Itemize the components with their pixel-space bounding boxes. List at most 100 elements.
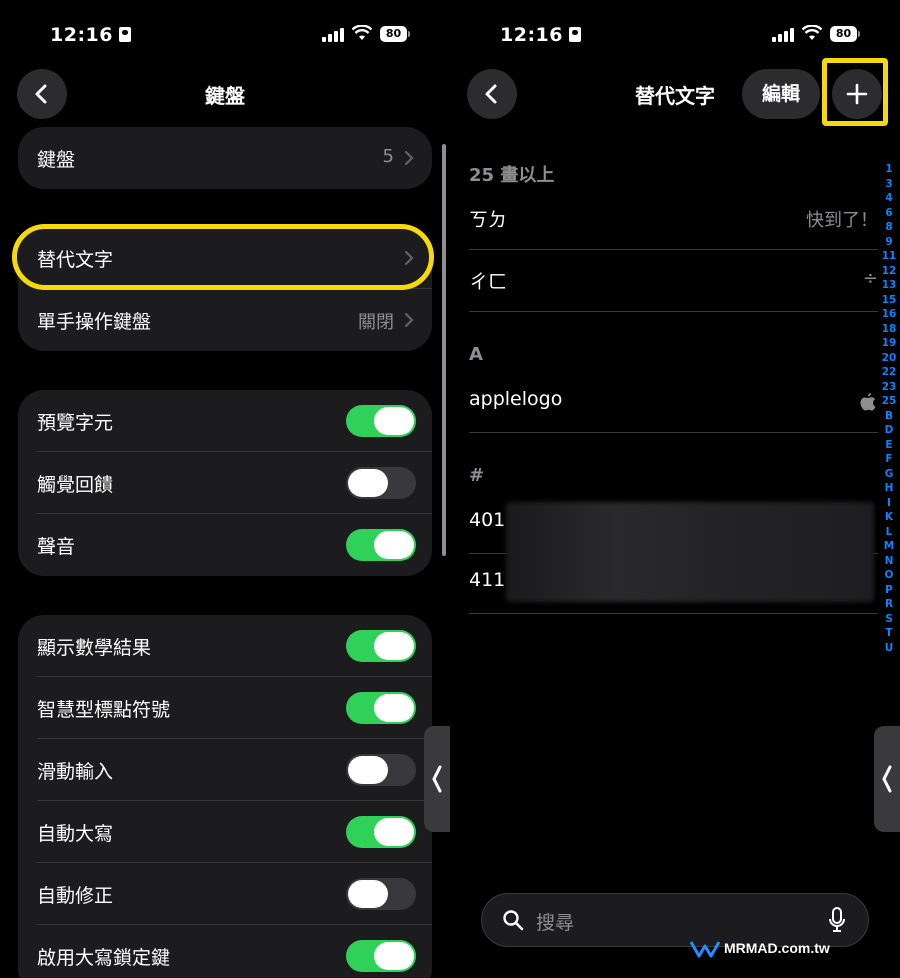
row-show-math-results: 顯示數學結果: [18, 615, 432, 677]
toggle-character-preview[interactable]: [346, 405, 416, 437]
back-button[interactable]: [467, 69, 517, 119]
index-letter[interactable]: 4: [878, 191, 900, 206]
text-replacement-screen: 12:16 80 替代文字 編輯 25 畫以上 ㄎㄉ 快到了！ ㄔㄈ ÷ A a…: [450, 0, 900, 978]
index-letter[interactable]: 12: [878, 264, 900, 279]
row-label: 自動修正: [37, 885, 114, 907]
index-letter[interactable]: M: [878, 539, 900, 554]
section-header: A: [469, 344, 483, 365]
index-letter[interactable]: R: [878, 597, 900, 612]
phrase-text: ㄔㄈ: [469, 271, 508, 293]
battery-indicator: 80: [830, 26, 860, 42]
page-title: 鍵盤: [205, 84, 245, 108]
side-panel-handle[interactable]: [874, 726, 900, 832]
highlight-frame: [822, 58, 888, 126]
index-letter[interactable]: 13: [878, 278, 900, 293]
index-letter[interactable]: I: [878, 496, 900, 511]
index-letter[interactable]: P: [878, 583, 900, 598]
index-letter[interactable]: G: [878, 467, 900, 482]
row-label: 滑動輸入: [37, 761, 114, 783]
toggle-math-results[interactable]: [346, 630, 416, 662]
toggle-auto-correction[interactable]: [346, 878, 416, 910]
row-caps-lock: 啟用大寫鎖定鍵: [18, 925, 432, 978]
search-field[interactable]: 搜尋: [481, 893, 869, 947]
list-item[interactable]: ㄔㄈ ÷: [469, 250, 878, 312]
row-label: 觸覺回饋: [37, 474, 114, 496]
index-letter[interactable]: H: [878, 481, 900, 496]
side-panel-handle[interactable]: [424, 726, 450, 832]
row-label: 單手操作鍵盤: [37, 311, 152, 333]
index-letter[interactable]: 22: [878, 365, 900, 380]
row-label: 啟用大寫鎖定鍵: [37, 947, 171, 969]
index-letter[interactable]: E: [878, 438, 900, 453]
shortcut-text: 快到了！: [806, 210, 878, 231]
edit-button[interactable]: 編輯: [742, 69, 820, 119]
scroll-indicator: [442, 144, 446, 556]
index-letter[interactable]: S: [878, 612, 900, 627]
status-bar: 12:16 80: [0, 22, 450, 52]
apple-logo-icon: [860, 393, 876, 411]
toggle-sound[interactable]: [346, 529, 416, 561]
row-keyboards[interactable]: 鍵盤 5: [18, 127, 432, 189]
chevron-left-icon: [485, 84, 497, 104]
row-one-handed-keyboard[interactable]: 單手操作鍵盤 關閉: [18, 289, 432, 351]
index-letter[interactable]: 19: [878, 336, 900, 351]
index-letter[interactable]: 3: [878, 177, 900, 192]
index-letter[interactable]: L: [878, 525, 900, 540]
index-letter[interactable]: 23: [878, 380, 900, 395]
id-card-icon: [568, 27, 581, 42]
chevron-left-icon: [35, 84, 47, 104]
shortcut-text: ÷: [862, 268, 878, 289]
index-letter[interactable]: 9: [878, 235, 900, 250]
separator: [469, 311, 878, 312]
index-letter[interactable]: T: [878, 626, 900, 641]
toggle-slide-to-type[interactable]: [346, 754, 416, 786]
chevron-left-icon: [882, 765, 892, 793]
separator: [469, 432, 878, 433]
row-value: 關閉: [358, 312, 394, 333]
watermark-text: MRMAD.com.tw: [724, 940, 830, 956]
index-letter[interactable]: 11: [878, 249, 900, 264]
index-letter[interactable]: D: [878, 423, 900, 438]
list-item[interactable]: ㄎㄉ 快到了！: [469, 188, 878, 250]
phrase-text: ㄎㄉ: [469, 209, 508, 231]
toggle-caps-lock[interactable]: [346, 940, 416, 972]
chevron-left-icon: [432, 765, 442, 793]
row-auto-correction: 自動修正: [18, 863, 432, 925]
row-label: 智慧型標點符號: [37, 699, 171, 721]
highlight-frame: [12, 224, 434, 290]
index-letter[interactable]: B: [878, 409, 900, 424]
index-letter[interactable]: 8: [878, 220, 900, 235]
index-letter[interactable]: U: [878, 641, 900, 656]
cellular-signal-icon: [772, 28, 794, 42]
mrmad-logo-icon: [690, 941, 720, 958]
section-index[interactable]: 1 3 4 6 8 9 11 12 13 15 16 18 19 20 22 23 25 B D E F G H I K L M N O…: [878, 162, 900, 655]
watermark: MRMAD.com.tw: [690, 940, 890, 960]
redacted-content: [506, 502, 874, 602]
status-time: 12:16: [50, 24, 131, 46]
page-title: 替代文字: [635, 84, 715, 108]
index-letter[interactable]: F: [878, 452, 900, 467]
toggle-smart-punctuation[interactable]: [346, 692, 416, 724]
row-label: 自動大寫: [37, 823, 114, 845]
row-character-preview: 預覽字元: [18, 390, 432, 452]
toggle-haptic-feedback[interactable]: [346, 467, 416, 499]
toggle-auto-capitalization[interactable]: [346, 816, 416, 848]
back-button[interactable]: [17, 69, 67, 119]
section-header: 25 畫以上: [469, 165, 555, 186]
index-letter[interactable]: 1: [878, 162, 900, 177]
id-card-icon: [118, 27, 131, 42]
index-letter[interactable]: 25: [878, 394, 900, 409]
index-letter[interactable]: 20: [878, 351, 900, 366]
microphone-icon[interactable]: [828, 907, 846, 933]
index-letter[interactable]: 16: [878, 307, 900, 322]
phrase-text: 411: [469, 569, 506, 591]
index-letter[interactable]: N: [878, 554, 900, 569]
index-letter[interactable]: K: [878, 510, 900, 525]
typing-group: 顯示數學結果 智慧型標點符號 滑動輸入 自動大寫 自動修正 啟用大寫鎖定鍵: [18, 615, 432, 978]
index-letter[interactable]: 6: [878, 206, 900, 221]
row-label: 鍵盤: [37, 149, 76, 171]
index-letter[interactable]: O: [878, 568, 900, 583]
index-letter[interactable]: 15: [878, 293, 900, 308]
index-letter[interactable]: 18: [878, 322, 900, 337]
list-item[interactable]: applelogo: [469, 371, 878, 433]
